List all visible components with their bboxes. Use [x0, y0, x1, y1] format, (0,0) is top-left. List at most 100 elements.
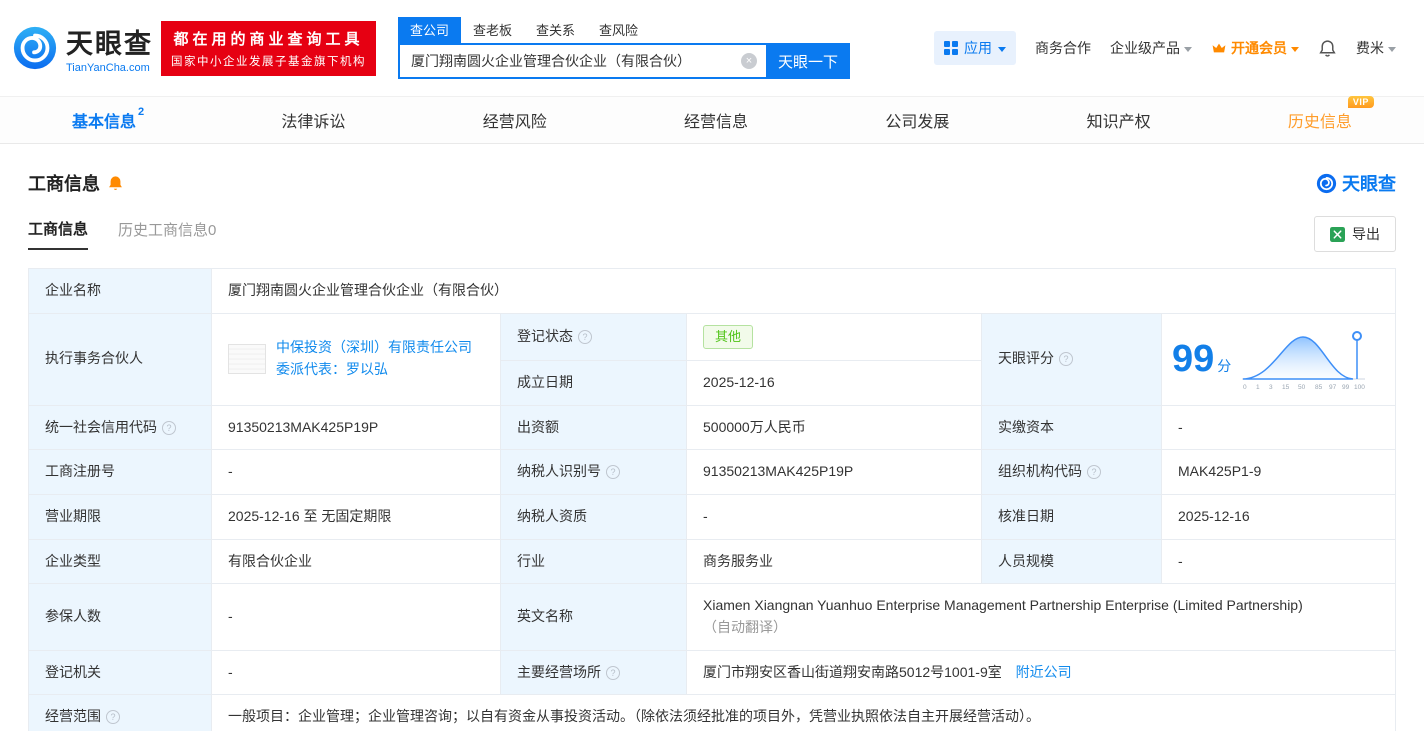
company-type-value: 有限合伙企业	[211, 538, 501, 585]
clear-icon[interactable]: ×	[741, 53, 757, 69]
help-icon[interactable]: ?	[606, 665, 620, 680]
registration-status-label: 登记状态?	[500, 312, 687, 361]
partner-company-link[interactable]: 中保投资（深圳）有限责任公司	[276, 339, 472, 355]
search-tab-risk[interactable]: 查风险	[587, 17, 650, 43]
excel-icon	[1330, 226, 1345, 242]
promo-line1: 都在用的商业查询工具	[173, 30, 364, 48]
registration-status-value: 其他	[686, 312, 982, 361]
table-row: 统一社会信用代码? 91350213MAK425P19P 出资额 500000万…	[28, 404, 1396, 451]
section-title: 工商信息	[28, 174, 100, 194]
subtab-history-business-info[interactable]: 历史工商信息0	[118, 219, 216, 249]
table-row: 企业类型 有限合伙企业 行业 商务服务业 人员规模 -	[28, 538, 1396, 585]
english-name-label: 英文名称	[500, 583, 687, 651]
apps-menu-button[interactable]: 应用	[934, 31, 1016, 65]
tab-legal-proceedings[interactable]: 法律诉讼	[275, 95, 351, 145]
help-icon[interactable]: ?	[606, 465, 620, 480]
notifications-button[interactable]	[1318, 39, 1337, 58]
monitor-bell-icon[interactable]	[107, 175, 124, 192]
search-tab-boss[interactable]: 查老板	[461, 17, 524, 43]
enterprise-products-menu[interactable]: 企业级产品	[1110, 38, 1192, 58]
help-icon[interactable]: ?	[578, 329, 592, 344]
help-icon[interactable]: ?	[1059, 352, 1073, 367]
delegate-representative-link[interactable]: 罗以弘	[346, 361, 388, 377]
taxpayer-quality-label: 纳税人资质	[500, 493, 687, 540]
brand-name: 天眼查	[66, 29, 153, 59]
grid-icon	[944, 41, 958, 55]
search-tab-relation[interactable]: 查关系	[524, 17, 587, 43]
insured-number-value: -	[211, 583, 501, 651]
tab-company-development[interactable]: 公司发展	[879, 95, 955, 145]
insured-number-label: 参保人数	[28, 583, 212, 651]
industry-value: 商务服务业	[686, 538, 982, 585]
brand-domain: TianYanCha.com	[66, 62, 150, 74]
establish-date-value: 2025-12-16	[686, 359, 982, 406]
header-right-nav: 应用 商务合作 企业级产品 开通会员 费米	[934, 31, 1396, 65]
taxpayer-quality-value: -	[686, 493, 982, 540]
table-row: 经营范围? 一般项目：企业管理；企业管理咨询；以自有资金从事投资活动。（除依法须…	[28, 694, 1396, 731]
delegate-prefix: 委派代表：	[276, 361, 346, 378]
tab-intellectual-property[interactable]: 知识产权	[1081, 95, 1157, 145]
table-row: 营业期限 2025-12-16 至 无固定期限 纳税人资质 - 核准日期 202…	[28, 493, 1396, 540]
industry-label: 行业	[500, 538, 687, 585]
tyc-score-value: 99 分 0 1 3 15 50 85 97 99 100	[1161, 312, 1396, 406]
company-type-label: 企业类型	[28, 538, 212, 585]
table-row: 登记机关 - 主要经营场所? 厦门市翔安区香山街道翔安南路5012号1001-9…	[28, 649, 1396, 696]
partner-logo	[228, 344, 266, 375]
table-row: 参保人数 - 英文名称 Xiamen Xiangnan Yuanhuo Ente…	[28, 583, 1396, 651]
capital-label: 出资额	[500, 404, 687, 451]
tab-operation-info[interactable]: 经营信息	[678, 95, 754, 145]
search-input[interactable]	[411, 53, 741, 69]
search-tab-company[interactable]: 查公司	[398, 17, 462, 43]
score-curve-chart: 0 1 3 15 50 85 97 99 100	[1242, 331, 1366, 391]
tab-operation-risk[interactable]: 经营风险	[477, 95, 553, 145]
approve-date-label: 核准日期	[981, 493, 1162, 540]
tianyancha-logo[interactable]: 天眼查 TianYanCha.com	[12, 22, 153, 74]
svg-text:50: 50	[1298, 384, 1306, 391]
business-cooperation-link[interactable]: 商务合作	[1035, 38, 1091, 58]
tianyancha-logo-icon	[13, 26, 57, 70]
watermark-brand: 天眼查	[1316, 170, 1396, 196]
bell-icon	[1319, 39, 1336, 57]
subtab-business-info[interactable]: 工商信息	[28, 218, 89, 250]
table-row: 企业名称 厦门翔南圆火企业管理合伙企业（有限合伙）	[28, 268, 1396, 314]
svg-text:97: 97	[1329, 384, 1337, 391]
search-area: 查公司 查老板 查关系 查风险 × 天眼一下	[398, 17, 850, 79]
company-name-value: 厦门翔南圆火企业管理合伙企业（有限合伙）	[211, 268, 1396, 314]
basic-info-count-badge: 2	[138, 105, 145, 118]
chevron-down-icon	[1388, 46, 1396, 52]
business-scope-value: 一般项目：企业管理；企业管理咨询；以自有资金从事投资活动。（除依法须经批准的项目…	[211, 694, 1396, 731]
help-icon[interactable]: ?	[162, 420, 176, 435]
top-header: 天眼查 TianYanCha.com 都在用的商业查询工具 国家中小企业发展子基…	[0, 0, 1424, 96]
executive-partner-label: 执行事务合伙人	[28, 312, 212, 406]
svg-text:15: 15	[1282, 384, 1290, 391]
staff-size-label: 人员规模	[981, 538, 1162, 585]
export-button[interactable]: 导出	[1314, 216, 1396, 252]
score-number: 99 分	[1172, 338, 1232, 381]
svg-text:85: 85	[1315, 384, 1323, 391]
business-term-value: 2025-12-16 至 无固定期限	[211, 493, 501, 540]
search-button[interactable]: 天眼一下	[766, 43, 850, 79]
tab-history-info[interactable]: 历史信息 VIP	[1282, 95, 1374, 145]
help-icon[interactable]: ?	[1087, 465, 1101, 480]
registration-number-value: -	[211, 449, 501, 495]
staff-size-value: -	[1161, 538, 1396, 585]
vip-badge: VIP	[1347, 96, 1374, 108]
table-row: 工商注册号 - 纳税人识别号? 91350213MAK425P19P 组织机构代…	[28, 449, 1396, 495]
tab-basic-info[interactable]: 基本信息2	[66, 95, 150, 145]
open-vip-menu[interactable]: 开通会员	[1211, 38, 1299, 58]
promo-line2: 国家中小企业发展子基金旗下机构	[171, 55, 366, 68]
org-code-value: MAK425P1-9	[1161, 449, 1396, 495]
chevron-down-icon	[998, 46, 1006, 52]
user-account-menu[interactable]: 费米	[1356, 38, 1396, 58]
promo-banner: 都在用的商业查询工具 国家中小企业发展子基金旗下机构	[161, 20, 376, 76]
chevron-down-icon	[1291, 46, 1299, 52]
svg-text:100: 100	[1354, 384, 1365, 391]
nearby-companies-link[interactable]: 附近公司	[1016, 664, 1072, 680]
company-page-tabs: 基本信息2 法律诉讼 经营风险 经营信息 公司发展 知识产权 历史信息 VIP	[0, 96, 1424, 144]
taxpayer-id-value: 91350213MAK425P19P	[686, 449, 982, 495]
establish-date-label: 成立日期	[500, 359, 687, 406]
tyc-score-label: 天眼评分?	[981, 312, 1162, 406]
credit-code-label: 统一社会信用代码?	[28, 404, 212, 451]
approve-date-value: 2025-12-16	[1161, 493, 1396, 540]
help-icon[interactable]: ?	[106, 710, 120, 725]
